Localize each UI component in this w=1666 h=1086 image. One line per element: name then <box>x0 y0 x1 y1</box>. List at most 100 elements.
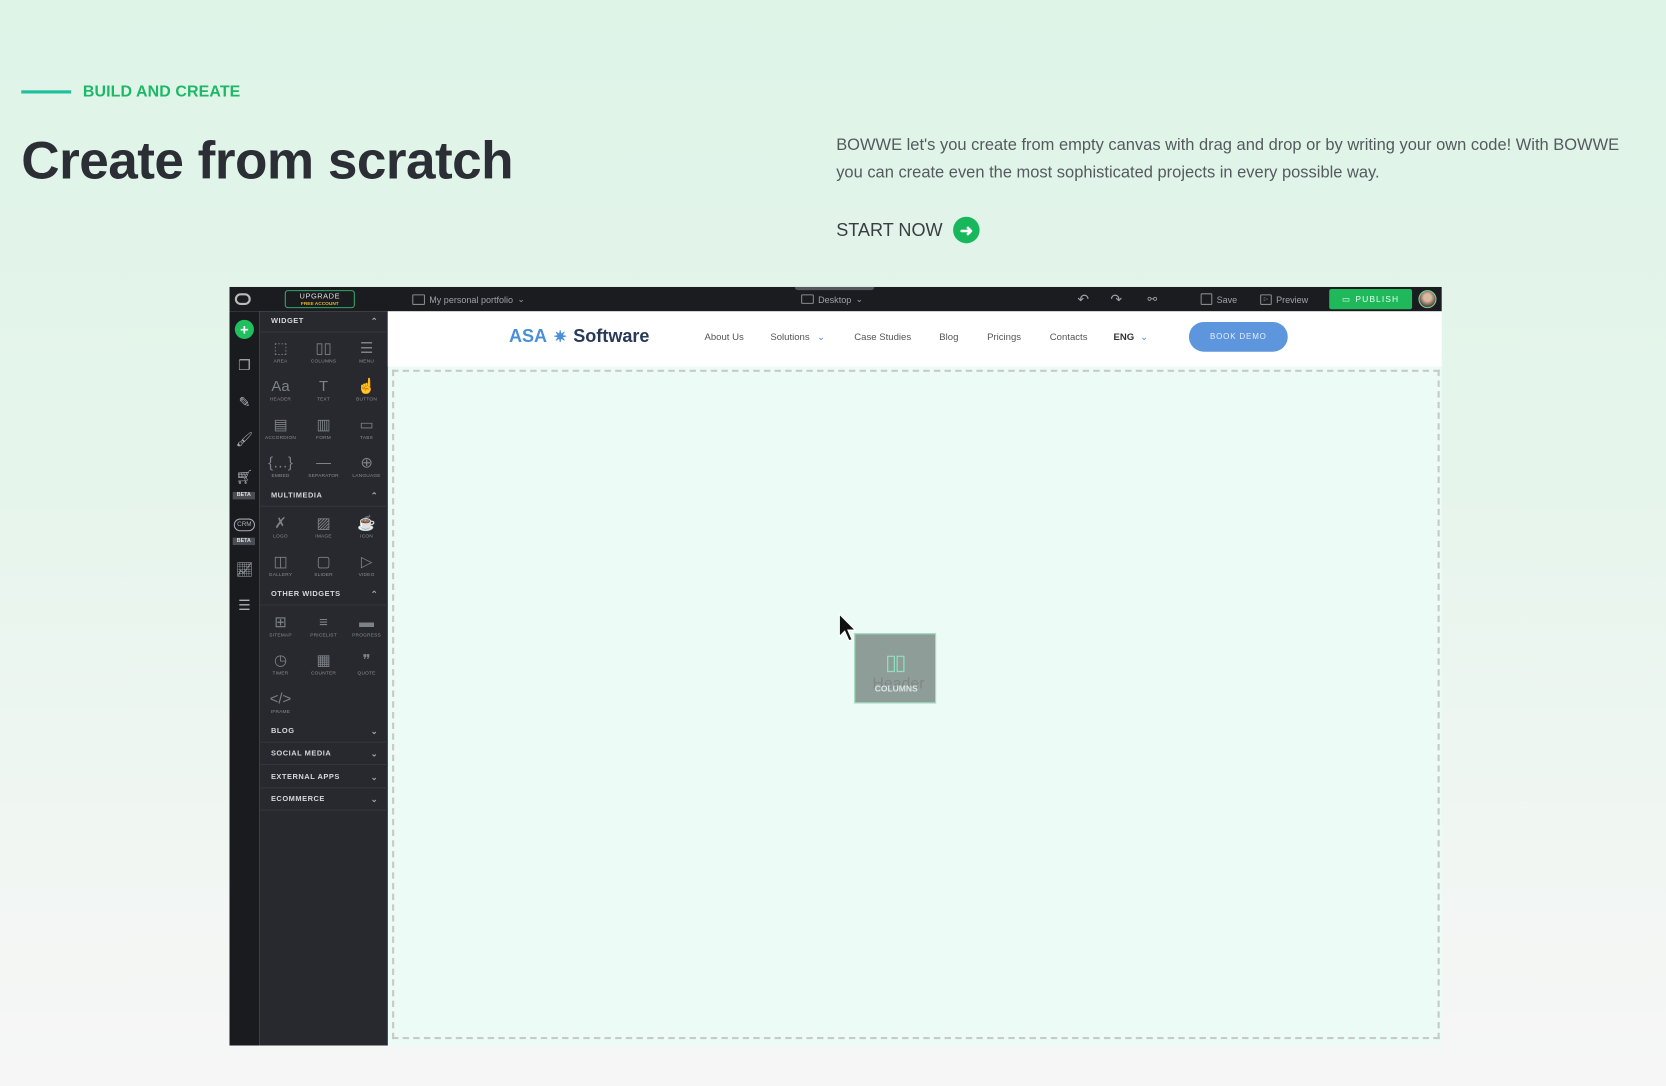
device-selector[interactable]: Desktop ⌄ <box>801 287 863 311</box>
widget-quote[interactable]: ❞ QUOTE <box>345 650 388 675</box>
section-title: EXTERNAL APPS <box>270 773 340 781</box>
chevron-down-icon: ⌄ <box>517 293 525 304</box>
chevron-down-icon[interactable]: ⌄ <box>817 332 825 344</box>
save-button[interactable]: Save <box>1200 287 1237 311</box>
video-icon: ▷ <box>360 552 373 570</box>
nav-contacts[interactable]: Contacts <box>1050 332 1088 343</box>
sitemap-icon: ⊞ <box>274 613 287 631</box>
widget-label: ICON <box>360 533 373 539</box>
nav-about[interactable]: About Us <box>704 332 743 343</box>
beta-badge: BETA <box>232 537 255 546</box>
chevron-down-icon[interactable]: ⌄ <box>1140 332 1148 344</box>
widget-area[interactable]: ⬚ AREA <box>259 338 302 363</box>
nav-language[interactable]: ENG <box>1114 332 1135 343</box>
publish-button[interactable]: ▭ PUBLISH <box>1329 289 1413 310</box>
crm-icon[interactable]: CRM <box>233 518 255 532</box>
columns-icon: ▯▯ <box>315 338 332 356</box>
add-icon[interactable]: + <box>234 319 254 339</box>
widget-tabs[interactable]: ▭ TABS <box>345 414 388 439</box>
widget-menu[interactable]: ☰ MENU <box>345 338 388 363</box>
widget-button[interactable]: ☝ BUTTON <box>345 376 388 402</box>
image-icon: ▨ <box>316 514 331 532</box>
device-label: Desktop <box>818 293 852 305</box>
redo-icon[interactable]: ↷ <box>1110 287 1122 311</box>
preview-button[interactable]: ▷ Preview <box>1260 287 1308 311</box>
section-header[interactable]: WIDGET ⌃ <box>259 311 388 333</box>
nav-solutions[interactable]: Solutions <box>770 332 809 343</box>
widget-language[interactable]: ⊕ LANGUAGE <box>345 453 388 478</box>
nav-blog[interactable]: Blog <box>939 332 958 343</box>
widget-image[interactable]: ▨ IMAGE <box>302 513 345 539</box>
drop-canvas[interactable] <box>392 369 1440 1040</box>
gallery-icon: ◫ <box>273 552 288 570</box>
widget-label: IMAGE <box>315 533 332 539</box>
edit-icon[interactable]: ✎ <box>234 394 255 411</box>
pricelist-icon: ≡ <box>319 613 328 631</box>
widget-logo[interactable]: ✗ LOGO <box>259 513 302 539</box>
nav-pricings[interactable]: Pricings <box>987 332 1021 343</box>
page-icon <box>412 293 425 305</box>
language-icon: ⊕ <box>360 453 373 471</box>
section-title: OTHER WIDGETS <box>270 590 341 599</box>
widget-video[interactable]: ▷ VIDEO <box>345 551 388 577</box>
sitemap-icon[interactable]: ⚯ <box>1148 287 1158 311</box>
pages-icon[interactable]: ❐ <box>234 357 255 374</box>
widget-label: BUTTON <box>356 396 377 402</box>
widget-text[interactable]: T TEXT <box>302 376 345 401</box>
section-header[interactable]: OTHER WIDGETS ⌃ <box>259 584 388 606</box>
widget-slider[interactable]: ▢ SLIDER <box>302 551 345 577</box>
section-title: MULTIMEDIA <box>270 491 323 500</box>
widget-label: GALLERY <box>268 571 293 577</box>
layers-icon[interactable]: ☰ <box>234 597 255 614</box>
site-header: ASA ✷ Software About Us Solutions ⌄ Case… <box>387 311 1442 367</box>
widget-label: VIDEO <box>358 571 375 577</box>
brush-icon[interactable]: 🖌︎ <box>234 431 255 448</box>
widget-gallery[interactable]: ◫ GALLERY <box>259 551 302 577</box>
widget-label: LOGO <box>273 533 288 539</box>
widget-progress[interactable]: ▬ PROGRESS <box>345 612 388 637</box>
widget-form[interactable]: ▥ FORM <box>302 414 345 439</box>
book-demo-button[interactable]: BOOK DEMO <box>1188 321 1288 352</box>
header-icon: Aa <box>271 377 290 395</box>
undo-icon[interactable]: ↶ <box>1077 287 1089 311</box>
widget-iframe[interactable]: </> IFRAME <box>259 689 302 714</box>
section-header[interactable]: ECOMMERCE ⌄ <box>259 789 388 811</box>
widget-columns[interactable]: ▯▯ COLUMNS <box>302 338 345 364</box>
widget-timer[interactable]: ◷ TIMER <box>259 650 302 675</box>
avatar[interactable] <box>1418 290 1437 309</box>
widget-label: EMBED <box>271 472 290 479</box>
eyebrow-line <box>21 90 72 94</box>
analytics-icon[interactable]: 📈︎ <box>234 561 255 578</box>
upgrade-label: UPGRADE <box>299 292 341 301</box>
widget-embed[interactable]: {…} EMBED <box>259 453 302 479</box>
section-header[interactable]: MULTIMEDIA ⌃ <box>259 486 388 507</box>
start-now-label: START NOW <box>836 219 943 240</box>
section-title: WIDGET <box>270 317 304 326</box>
site-logo[interactable]: ASA ✷ Software <box>509 326 650 347</box>
widget-pricelist[interactable]: ≡ PRICELIST <box>302 612 345 637</box>
progress-icon: ▬ <box>359 613 374 631</box>
cart-icon[interactable]: 🛒︎ <box>234 469 255 486</box>
widget-separator[interactable]: — SEPARATOR <box>302 453 345 478</box>
widget-accordion[interactable]: ▤ ACCORDION <box>259 414 302 439</box>
widget-label: HEADER <box>269 396 292 402</box>
embed-icon: {…} <box>268 453 293 471</box>
nav-case-studies[interactable]: Case Studies <box>854 332 911 343</box>
widget-sitemap[interactable]: ⊞ SITEMAP <box>259 612 302 637</box>
widget-header[interactable]: Aa HEADER <box>259 376 302 402</box>
widget-label: COLUMNS <box>310 358 337 364</box>
section-header[interactable]: EXTERNAL APPS ⌄ <box>259 767 388 789</box>
widget-counter[interactable]: ▦ COUNTER <box>302 650 345 675</box>
section-header[interactable]: BLOG ⌄ <box>259 721 388 743</box>
upgrade-button[interactable]: UPGRADE FREE ACCOUNT <box>284 290 355 309</box>
section-header[interactable]: SOCIAL MEDIA ⌄ <box>259 744 388 765</box>
save-icon <box>1200 293 1213 305</box>
columns-icon: ▯▯ <box>885 651 906 675</box>
separator-icon: — <box>316 453 331 471</box>
preview-icon: ▷ <box>1260 293 1272 305</box>
drag-label: COLUMNS <box>874 684 918 694</box>
widget-icon[interactable]: ☕ ICON <box>345 513 388 539</box>
start-now-link[interactable]: START NOW ➜ <box>836 216 980 244</box>
project-selector[interactable]: My personal portfolio ⌄ <box>412 287 525 311</box>
drag-ghost-columns[interactable]: ▯▯ Header COLUMNS <box>854 633 937 704</box>
